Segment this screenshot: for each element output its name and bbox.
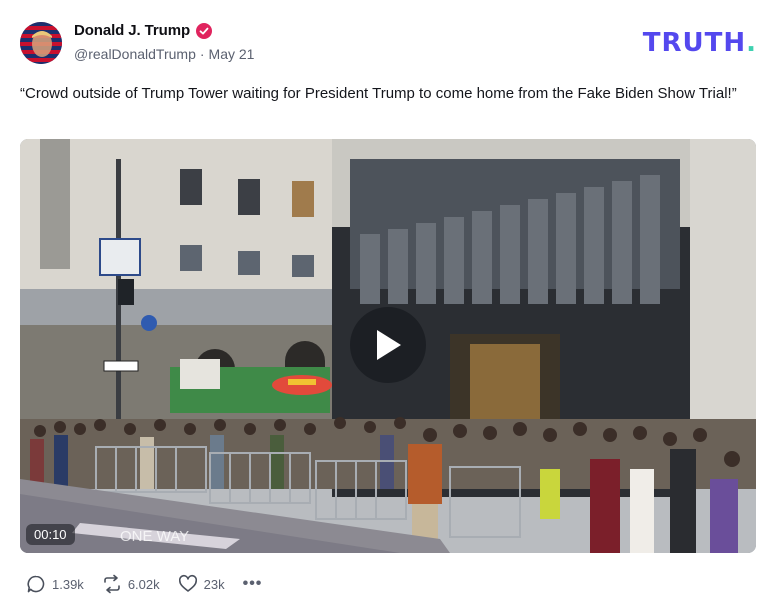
reply-icon	[27, 575, 45, 593]
retruth-button[interactable]: 6.02k	[102, 574, 160, 594]
like-button[interactable]: 23k	[178, 574, 225, 594]
video-duration: 00:10	[26, 524, 75, 545]
reply-count: 1.39k	[52, 576, 84, 592]
handle-row: @realDonaldTrump · May 21	[74, 46, 254, 62]
avatar-flag-icon	[20, 22, 62, 64]
verified-badge-icon	[196, 22, 213, 39]
retruth-icon	[104, 574, 120, 594]
more-options-icon: •••	[242, 575, 263, 592]
reply-button[interactable]: 1.39k	[26, 574, 84, 594]
logo-dot: .	[746, 28, 757, 58]
meta-separator: ·	[199, 46, 205, 62]
play-button[interactable]	[350, 307, 426, 383]
video-player[interactable]: ONE WAY 00:10	[20, 139, 756, 553]
logo-text: TRUTH	[642, 28, 747, 58]
retruth-count: 6.02k	[127, 576, 160, 592]
truth-logo[interactable]: TRUTH.	[643, 28, 757, 58]
like-count: 23k	[203, 576, 225, 592]
action-bar: 1.39k 6.02k 23k •••	[26, 574, 262, 594]
display-name[interactable]: Donald J. Trump	[74, 22, 190, 39]
post-text: “Crowd outside of Trump Tower waiting fo…	[20, 85, 737, 102]
avatar[interactable]	[20, 22, 62, 64]
post-date[interactable]: May 21	[209, 46, 255, 62]
heart-icon	[178, 574, 197, 592]
street-marking: ONE WAY	[120, 528, 189, 545]
more-options-button[interactable]: •••	[243, 575, 263, 593]
play-icon	[377, 330, 401, 360]
user-handle[interactable]: @realDonaldTrump	[74, 46, 196, 62]
